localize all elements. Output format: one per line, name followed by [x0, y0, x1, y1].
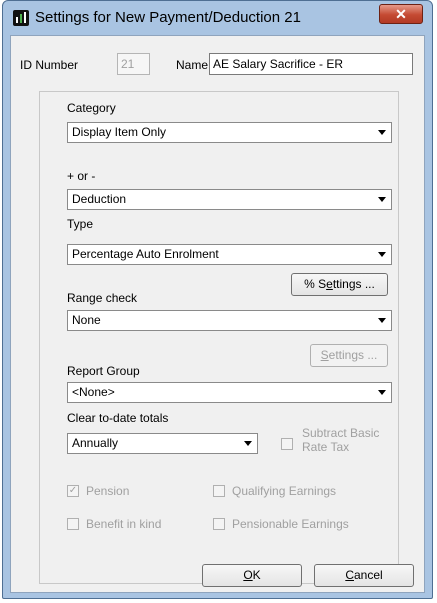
- percent-settings-button[interactable]: % Settings ...: [291, 273, 388, 296]
- category-value: Display Item Only: [72, 125, 167, 139]
- id-number-label: ID Number: [20, 58, 79, 72]
- report-group-label: Report Group: [67, 364, 140, 378]
- button-label: ettings ...: [328, 348, 378, 362]
- sign-label: + or -: [67, 169, 96, 183]
- subtract-basic-rate-tax-checkbox: [281, 438, 293, 450]
- pension-checkbox: ✓: [67, 485, 79, 497]
- pensionable-earnings-checkbox: [213, 518, 225, 530]
- type-select[interactable]: Percentage Auto Enrolment: [67, 244, 392, 265]
- button-label-accesskey: S: [320, 348, 329, 362]
- pension-label: Pension: [86, 484, 130, 498]
- range-check-value: None: [72, 313, 101, 327]
- clear-totals-value: Annually: [72, 436, 119, 450]
- report-group-select[interactable]: <None>: [67, 382, 392, 403]
- id-number-field: 21: [117, 53, 150, 75]
- clear-totals-label: Clear to-date totals: [67, 411, 169, 425]
- clear-totals-select[interactable]: Annually: [67, 433, 258, 454]
- type-label: Type: [67, 217, 94, 231]
- subtract-basic-rate-tax-line1: Subtract Basic: [302, 426, 380, 440]
- title-bar[interactable]: Settings for New Payment/Deduction 21 ✕: [3, 1, 432, 35]
- qualifying-earnings-checkbox: [213, 485, 225, 497]
- app-chart-icon: [13, 10, 29, 26]
- range-check-select[interactable]: None: [67, 310, 392, 331]
- range-check-label: Range check: [67, 291, 138, 305]
- category-label: Category: [67, 101, 116, 115]
- chevron-down-icon[interactable]: [373, 191, 390, 208]
- pensionable-earnings-label: Pensionable Earnings: [232, 517, 349, 531]
- window-title: Settings for New Payment/Deduction 21: [35, 9, 301, 26]
- name-input[interactable]: AE Salary Sacrifice - ER: [209, 53, 413, 75]
- chevron-down-icon[interactable]: [373, 384, 390, 401]
- button-label-accesskey: e: [326, 277, 333, 291]
- qualifying-earnings-label: Qualifying Earnings: [232, 484, 337, 498]
- subtract-basic-rate-tax-line2: Rate Tax: [302, 440, 350, 454]
- name-label: Name: [176, 58, 209, 72]
- cancel-button[interactable]: Cancel: [314, 564, 414, 587]
- benefit-in-kind-checkbox: [67, 518, 79, 530]
- category-select[interactable]: Display Item Only: [67, 122, 392, 143]
- settings-group-box: Category Display Item Only + or - Deduct…: [39, 91, 399, 584]
- button-label-accesskey: O: [243, 568, 253, 582]
- sign-select[interactable]: Deduction: [67, 189, 392, 210]
- close-icon: ✕: [395, 5, 407, 22]
- button-label: ttings ...: [332, 277, 375, 291]
- report-group-value: <None>: [72, 385, 115, 399]
- benefit-in-kind-label: Benefit in kind: [86, 517, 162, 531]
- type-value: Percentage Auto Enrolment: [72, 247, 219, 261]
- button-label: K: [252, 568, 261, 582]
- subtract-basic-rate-tax-label: Subtract Basic Rate Tax: [302, 426, 379, 454]
- dialog-client-area: ID Number 21 Name AE Salary Sacrifice - …: [10, 35, 425, 593]
- chevron-down-icon[interactable]: [373, 312, 390, 329]
- button-label: ancel: [353, 568, 383, 582]
- chevron-down-icon[interactable]: [373, 246, 390, 263]
- checkmark-icon: ✓: [68, 485, 78, 496]
- settings-dialog: Settings for New Payment/Deduction 21 ✕ …: [2, 0, 433, 599]
- chevron-down-icon[interactable]: [239, 435, 256, 452]
- button-label-accesskey: C: [345, 568, 354, 582]
- ok-button[interactable]: OK: [202, 564, 302, 587]
- close-button[interactable]: ✕: [379, 4, 423, 24]
- sign-value: Deduction: [72, 192, 127, 206]
- chevron-down-icon[interactable]: [373, 124, 390, 141]
- range-settings-button: Settings ...: [310, 344, 388, 367]
- button-label: % S: [304, 277, 327, 291]
